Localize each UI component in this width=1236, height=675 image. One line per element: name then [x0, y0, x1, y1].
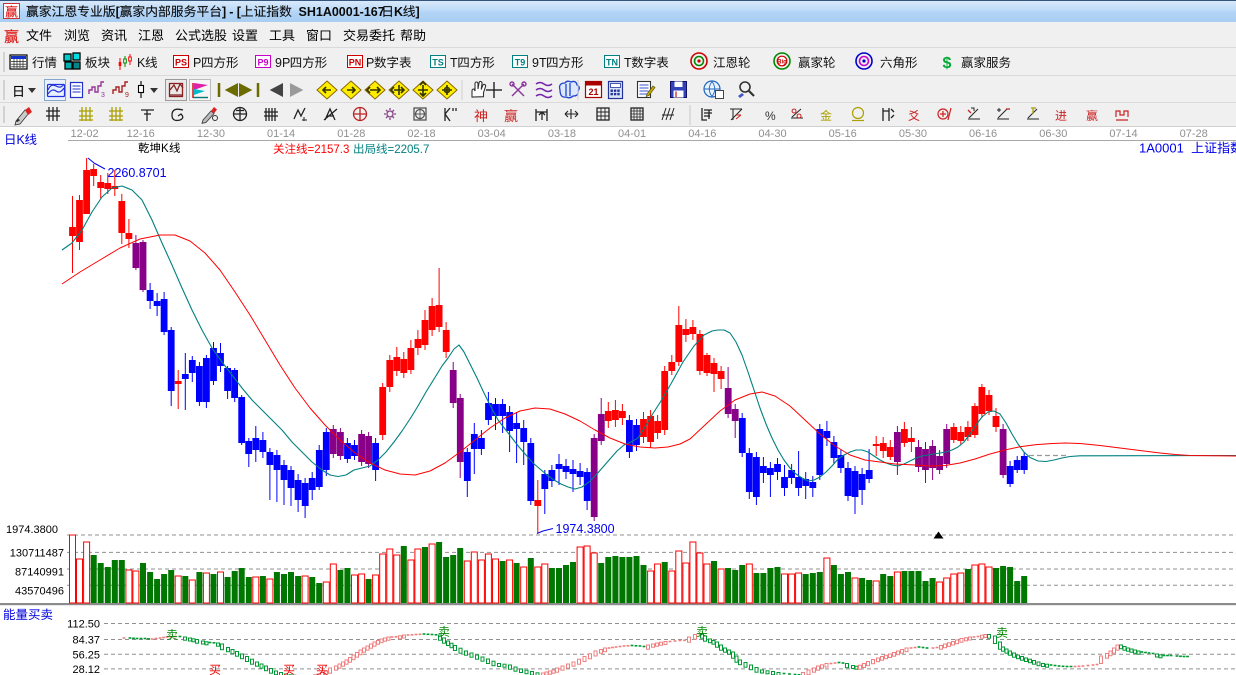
svg-text:-: - [229, 5, 233, 19]
svg-text:K: K [17, 133, 26, 147]
svg-text:112.50: 112.50 [67, 619, 100, 631]
svg-text:3: 3 [101, 92, 105, 99]
svg-text:04-16: 04-16 [688, 128, 716, 140]
svg-text:05-30: 05-30 [899, 128, 927, 140]
svg-text:P9: P9 [257, 58, 268, 68]
svg-text:9P: 9P [275, 56, 290, 70]
svg-text:12-16: 12-16 [127, 128, 155, 140]
svg-text:07-28: 07-28 [1180, 128, 1208, 140]
svg-text:01-28: 01-28 [337, 128, 365, 140]
svg-text:]: ] [416, 5, 420, 19]
svg-text:04-30: 04-30 [758, 128, 786, 140]
svg-text:=2205.7: =2205.7 [388, 144, 430, 156]
svg-text:P: P [366, 56, 374, 70]
svg-text:%: % [765, 109, 776, 123]
svg-text:T: T [624, 56, 632, 70]
svg-text:$: $ [943, 55, 952, 72]
svg-text:9T: 9T [532, 56, 547, 70]
svg-text:1A0001: 1A0001 [1139, 141, 1184, 156]
svg-text:T9: T9 [515, 58, 526, 68]
svg-text:43570496: 43570496 [15, 586, 64, 598]
svg-text:56.25: 56.25 [72, 649, 100, 661]
svg-text:07-14: 07-14 [1109, 128, 1137, 140]
svg-text:K: K [137, 56, 146, 70]
svg-text:87140991: 87140991 [15, 567, 64, 579]
svg-text:=2157.3: =2157.3 [308, 144, 350, 156]
svg-text:P: P [193, 56, 201, 70]
svg-text:]: ] [222, 5, 226, 19]
svg-text:T: T [450, 56, 458, 70]
svg-text:SH1A0001-167: SH1A0001-167 [299, 5, 385, 19]
svg-text:1974.3800: 1974.3800 [6, 524, 58, 536]
svg-text:28.12: 28.12 [72, 664, 100, 675]
svg-text:PS: PS [175, 58, 187, 68]
svg-text:02-18: 02-18 [407, 128, 435, 140]
svg-text:01-14: 01-14 [267, 128, 295, 140]
svg-text:05-16: 05-16 [829, 128, 857, 140]
svg-text:12-30: 12-30 [197, 128, 225, 140]
svg-text:12-02: 12-02 [71, 128, 99, 140]
svg-text:03-18: 03-18 [548, 128, 576, 140]
svg-text:K: K [394, 5, 403, 19]
svg-text:84.37: 84.37 [72, 635, 100, 647]
svg-text:TN: TN [606, 58, 618, 68]
svg-text:9: 9 [125, 92, 129, 99]
svg-text:TS: TS [432, 58, 444, 68]
svg-text:1974.3800: 1974.3800 [556, 522, 615, 536]
svg-text:Big: Big [777, 60, 787, 66]
svg-text:2260.8701: 2260.8701 [108, 166, 167, 180]
svg-text:21: 21 [588, 87, 598, 97]
svg-text:03-04: 03-04 [478, 128, 506, 140]
svg-text:06-30: 06-30 [1039, 128, 1067, 140]
svg-text:K: K [161, 143, 169, 155]
svg-text:130711487: 130711487 [10, 548, 64, 560]
svg-text:04-01: 04-01 [618, 128, 646, 140]
svg-text:06-16: 06-16 [969, 128, 997, 140]
svg-text:PN: PN [349, 58, 362, 68]
